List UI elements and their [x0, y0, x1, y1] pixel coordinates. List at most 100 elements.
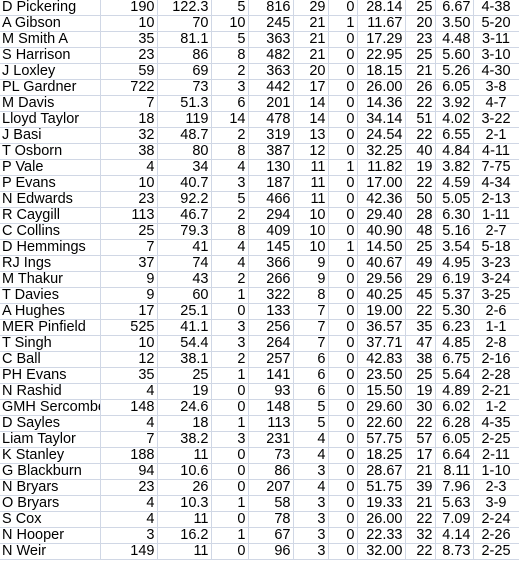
cell[interactable]: 22: [405, 415, 436, 432]
cell[interactable]: 1-11: [473, 207, 519, 224]
cell[interactable]: 5: [293, 415, 329, 432]
cell[interactable]: 7: [293, 303, 329, 320]
cell[interactable]: 0: [328, 431, 358, 448]
cell[interactable]: 0: [328, 543, 358, 560]
cell[interactable]: 3-11: [473, 31, 519, 48]
cell[interactable]: 3-10: [473, 47, 519, 64]
cell[interactable]: 1-1: [473, 319, 519, 336]
cell[interactable]: 26.00: [357, 79, 406, 96]
cell[interactable]: 20: [405, 15, 436, 32]
cell[interactable]: 3: [293, 463, 329, 480]
cell[interactable]: 0: [328, 223, 358, 240]
cell[interactable]: 18.25: [357, 447, 406, 464]
cell[interactable]: 7: [100, 431, 158, 448]
cell[interactable]: 3: [211, 319, 249, 336]
cell[interactable]: 2-1: [473, 127, 519, 144]
cell[interactable]: 3-8: [473, 79, 519, 96]
cell[interactable]: 130: [248, 159, 294, 176]
cell[interactable]: 4.14: [435, 527, 474, 544]
cell[interactable]: 39: [405, 479, 436, 496]
cell[interactable]: 5.63: [435, 495, 474, 512]
player-name-cell[interactable]: A Hughes: [0, 303, 101, 320]
cell[interactable]: 0: [211, 303, 249, 320]
cell[interactable]: 51: [405, 111, 436, 128]
cell[interactable]: 11: [157, 543, 212, 560]
cell[interactable]: 19.00: [357, 303, 406, 320]
player-name-cell[interactable]: C Collins: [0, 223, 101, 240]
cell[interactable]: 9: [100, 287, 158, 304]
cell[interactable]: 2-3: [473, 479, 519, 496]
cell[interactable]: 525: [100, 319, 158, 336]
cell[interactable]: 25: [100, 223, 158, 240]
cell[interactable]: 0: [328, 143, 358, 160]
cell[interactable]: 10: [293, 207, 329, 224]
cell[interactable]: 231: [248, 431, 294, 448]
cell[interactable]: 4.85: [435, 335, 474, 352]
cell[interactable]: 37.71: [357, 335, 406, 352]
cell[interactable]: 32.00: [357, 543, 406, 560]
cell[interactable]: 11: [293, 175, 329, 192]
cell[interactable]: 4-38: [473, 0, 519, 16]
cell[interactable]: 35: [100, 367, 158, 384]
cell[interactable]: 2: [211, 127, 249, 144]
cell[interactable]: 70: [157, 15, 212, 32]
cell[interactable]: 23: [100, 479, 158, 496]
cell[interactable]: 26.00: [357, 511, 406, 528]
cell[interactable]: 17: [293, 79, 329, 96]
cell[interactable]: 11.67: [357, 15, 406, 32]
cell[interactable]: 81.1: [157, 31, 212, 48]
cell[interactable]: 11: [293, 159, 329, 176]
cell[interactable]: 2-21: [473, 383, 519, 400]
cell[interactable]: 10: [100, 175, 158, 192]
cell[interactable]: 29: [405, 271, 436, 288]
cell[interactable]: 145: [248, 239, 294, 256]
cell[interactable]: 10: [293, 223, 329, 240]
cell[interactable]: 79.3: [157, 223, 212, 240]
cell[interactable]: 3-23: [473, 255, 519, 272]
cell[interactable]: 2-24: [473, 511, 519, 528]
cell[interactable]: 5: [211, 191, 249, 208]
cell[interactable]: 187: [248, 175, 294, 192]
cell[interactable]: 92.2: [157, 191, 212, 208]
cell[interactable]: 25: [157, 367, 212, 384]
cell[interactable]: 0: [211, 463, 249, 480]
cell[interactable]: 442: [248, 79, 294, 96]
cell[interactable]: 25.1: [157, 303, 212, 320]
cell[interactable]: 14: [293, 95, 329, 112]
cell[interactable]: 57: [405, 431, 436, 448]
player-name-cell[interactable]: MER Pinfield: [0, 319, 101, 336]
cell[interactable]: 18: [157, 415, 212, 432]
cell[interactable]: 3-9: [473, 495, 519, 512]
cell[interactable]: 1: [211, 367, 249, 384]
cell[interactable]: 34: [157, 159, 212, 176]
cell[interactable]: 2-26: [473, 527, 519, 544]
cell[interactable]: 10: [100, 335, 158, 352]
cell[interactable]: 8.11: [435, 463, 474, 480]
cell[interactable]: 2: [211, 351, 249, 368]
cell[interactable]: 11: [293, 191, 329, 208]
cell[interactable]: 0: [328, 287, 358, 304]
player-name-cell[interactable]: R Caygill: [0, 207, 101, 224]
cell[interactable]: 5.37: [435, 287, 474, 304]
cell[interactable]: 45: [405, 287, 436, 304]
cell[interactable]: 9: [293, 255, 329, 272]
cell[interactable]: 67: [248, 527, 294, 544]
cell[interactable]: 8: [293, 287, 329, 304]
cell[interactable]: 0: [328, 495, 358, 512]
cell[interactable]: 0: [328, 0, 358, 16]
cell[interactable]: 5.60: [435, 47, 474, 64]
player-name-cell[interactable]: J Basi: [0, 127, 101, 144]
cell[interactable]: 4-30: [473, 63, 519, 80]
cell[interactable]: 1: [211, 495, 249, 512]
cell[interactable]: 10: [211, 15, 249, 32]
player-name-cell[interactable]: RJ Ings: [0, 255, 101, 272]
cell[interactable]: 28.14: [357, 0, 406, 16]
cell[interactable]: 93: [248, 383, 294, 400]
cell[interactable]: 6.05: [435, 79, 474, 96]
cell[interactable]: 4-7: [473, 95, 519, 112]
cell[interactable]: 3-24: [473, 271, 519, 288]
cell[interactable]: 6.19: [435, 271, 474, 288]
cell[interactable]: 8.73: [435, 543, 474, 560]
cell[interactable]: 22: [405, 511, 436, 528]
cell[interactable]: 5: [211, 31, 249, 48]
